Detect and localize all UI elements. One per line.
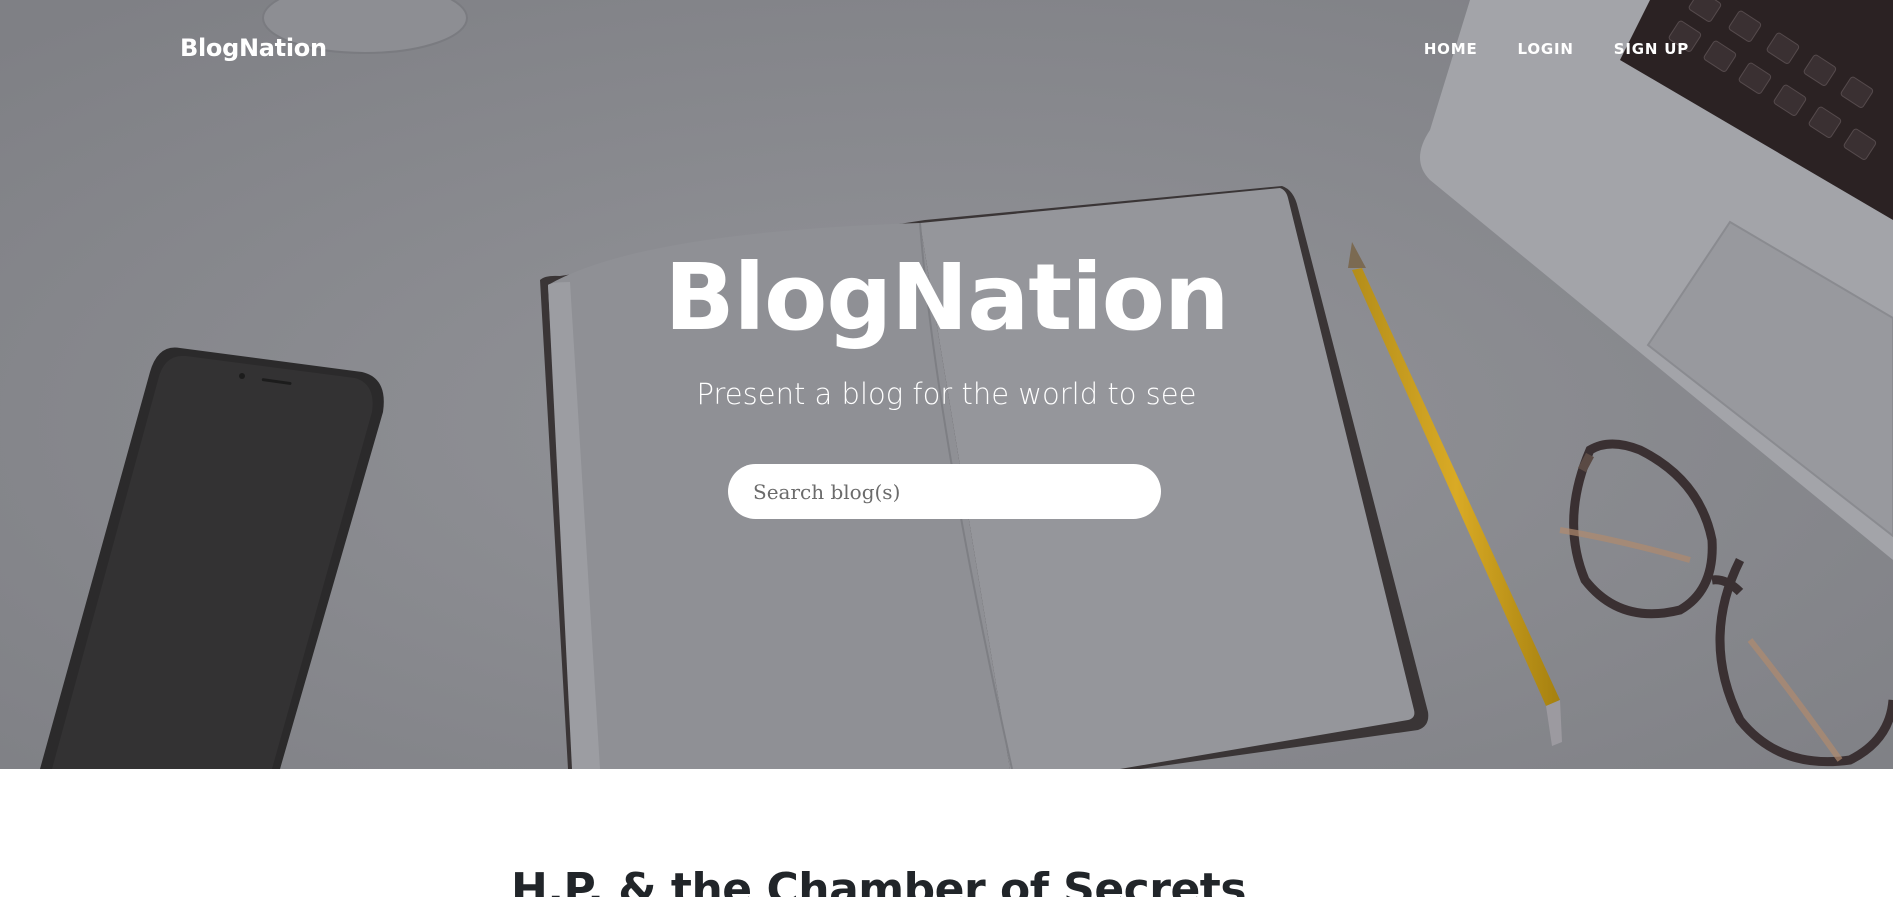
top-navbar: BlogNation HOME LOGIN SIGN UP [0, 0, 1893, 100]
blog-search-input[interactable] [728, 464, 1161, 519]
brand-logo-link[interactable]: BlogNation [180, 34, 327, 62]
posts-section: H.P. & the Chamber of Secrets [0, 769, 1893, 897]
nav-login-link[interactable]: LOGIN [1518, 40, 1574, 58]
nav-signup-link[interactable]: SIGN UP [1614, 40, 1689, 58]
nav-home-link[interactable]: HOME [1424, 40, 1478, 58]
hero-subtitle: Present a blog for the world to see [696, 377, 1197, 411]
hero-title: BlogNation [664, 244, 1229, 351]
nav-links: HOME LOGIN SIGN UP [1424, 40, 1689, 58]
hero-section: BlogNation HOME LOGIN SIGN UP BlogNation… [0, 0, 1893, 769]
post-title-link[interactable]: H.P. & the Chamber of Secrets [511, 868, 1247, 897]
